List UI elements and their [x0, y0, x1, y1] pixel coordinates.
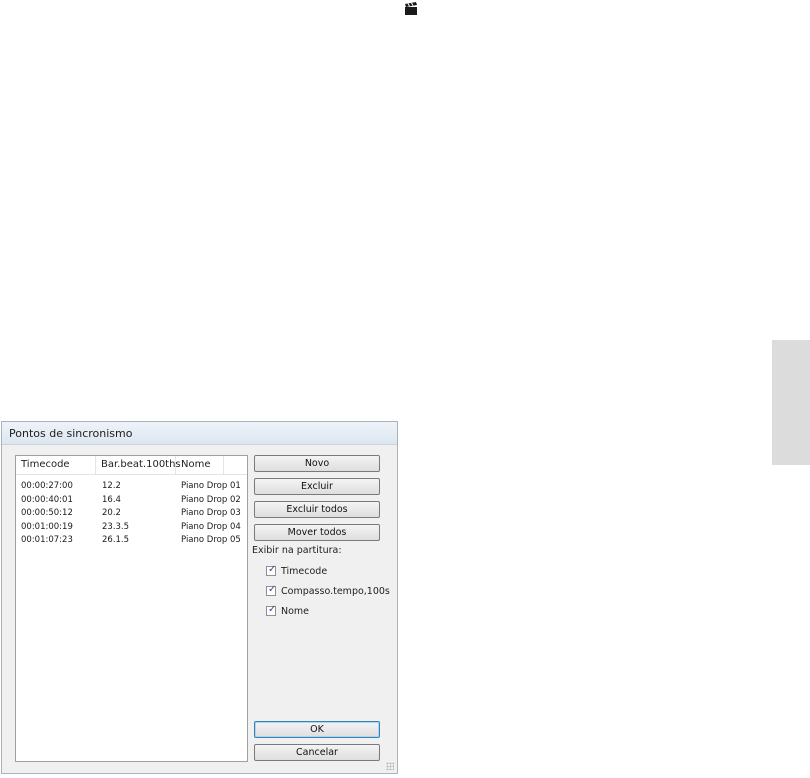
- cell-timecode: 00:00:40:01: [21, 494, 73, 505]
- dialog-titlebar[interactable]: Pontos de sincronismo: [2, 422, 397, 445]
- cell-timecode: 00:01:07:23: [21, 535, 73, 545]
- move-all-button[interactable]: Mover todos: [254, 524, 380, 541]
- checkmark-icon: ✓: [268, 604, 277, 615]
- cell-timecode: 00:01:00:19: [21, 521, 73, 532]
- list-item[interactable]: 00:00:27:00 12.2 Piano Drop 01: [16, 480, 247, 494]
- cell-bar-beat: 23.3.5: [102, 521, 130, 532]
- cell-bar-beat: 20.2: [102, 508, 121, 518]
- name-checkbox-label: Nome: [281, 606, 310, 617]
- timecode-checkbox[interactable]: ✓: [266, 564, 277, 576]
- list-header: Timecode ˆ Bar.beat.100ths Nome: [16, 456, 247, 475]
- checkmark-icon: ✓: [268, 584, 277, 595]
- list-item[interactable]: 00:00:40:01 16.4 Piano Drop 02: [16, 494, 247, 508]
- list-item[interactable]: 00:01:07:23 26.1.5 Piano Drop 05: [16, 534, 247, 548]
- sort-indicator-icon: ˆ: [54, 455, 58, 462]
- page: Pontos de sincronismo Timecode ˆ Bar.bea…: [0, 0, 810, 778]
- dialog-title: Pontos de sincronismo: [9, 427, 133, 440]
- cell-bar-beat: 16.4: [102, 494, 121, 505]
- list-rows: 00:00:27:00 12.2 Piano Drop 01 00:00:40:…: [16, 480, 247, 548]
- list-item[interactable]: 00:00:50:12 20.2 Piano Drop 03: [16, 507, 247, 521]
- clapperboard-icon: [405, 2, 417, 15]
- cell-name: Piano Drop 03: [181, 508, 241, 518]
- display-in-score-label: Exibir na partitura:: [252, 545, 342, 556]
- name-checkbox[interactable]: ✓: [266, 604, 277, 616]
- cell-name: Piano Drop 05: [181, 535, 241, 545]
- new-button[interactable]: Novo: [254, 455, 380, 472]
- list-item[interactable]: 00:01:00:19 23.3.5 Piano Drop 04: [16, 521, 247, 535]
- cell-name: Piano Drop 04: [181, 521, 241, 532]
- column-header-name[interactable]: Nome: [176, 456, 224, 474]
- resize-grip-icon[interactable]: [386, 762, 394, 770]
- column-header-bar-beat[interactable]: Bar.beat.100ths: [96, 456, 181, 474]
- bar-beat-checkbox-label: Compasso.tempo,100s: [281, 586, 390, 597]
- cancel-button[interactable]: Cancelar: [254, 744, 380, 761]
- cell-timecode: 00:00:27:00: [21, 481, 73, 491]
- timecode-checkbox-label: Timecode: [281, 566, 328, 577]
- side-thumb-tab: [772, 340, 810, 465]
- cell-timecode: 00:00:50:12: [21, 508, 73, 518]
- sync-points-dialog: Pontos de sincronismo Timecode ˆ Bar.bea…: [1, 421, 398, 774]
- bar-beat-checkbox[interactable]: ✓: [266, 584, 277, 596]
- cell-name: Piano Drop 01: [181, 481, 241, 491]
- column-header-timecode[interactable]: Timecode ˆ: [16, 456, 96, 474]
- ok-button[interactable]: OK: [254, 721, 380, 738]
- sync-points-list[interactable]: Timecode ˆ Bar.beat.100ths Nome 00:00:27…: [15, 455, 248, 762]
- cell-name: Piano Drop 02: [181, 494, 241, 505]
- delete-button[interactable]: Excluir: [254, 478, 380, 495]
- cell-bar-beat: 26.1.5: [102, 535, 130, 545]
- delete-all-button[interactable]: Excluir todos: [254, 501, 380, 518]
- cell-bar-beat: 12.2: [102, 481, 121, 491]
- checkmark-icon: ✓: [268, 564, 277, 575]
